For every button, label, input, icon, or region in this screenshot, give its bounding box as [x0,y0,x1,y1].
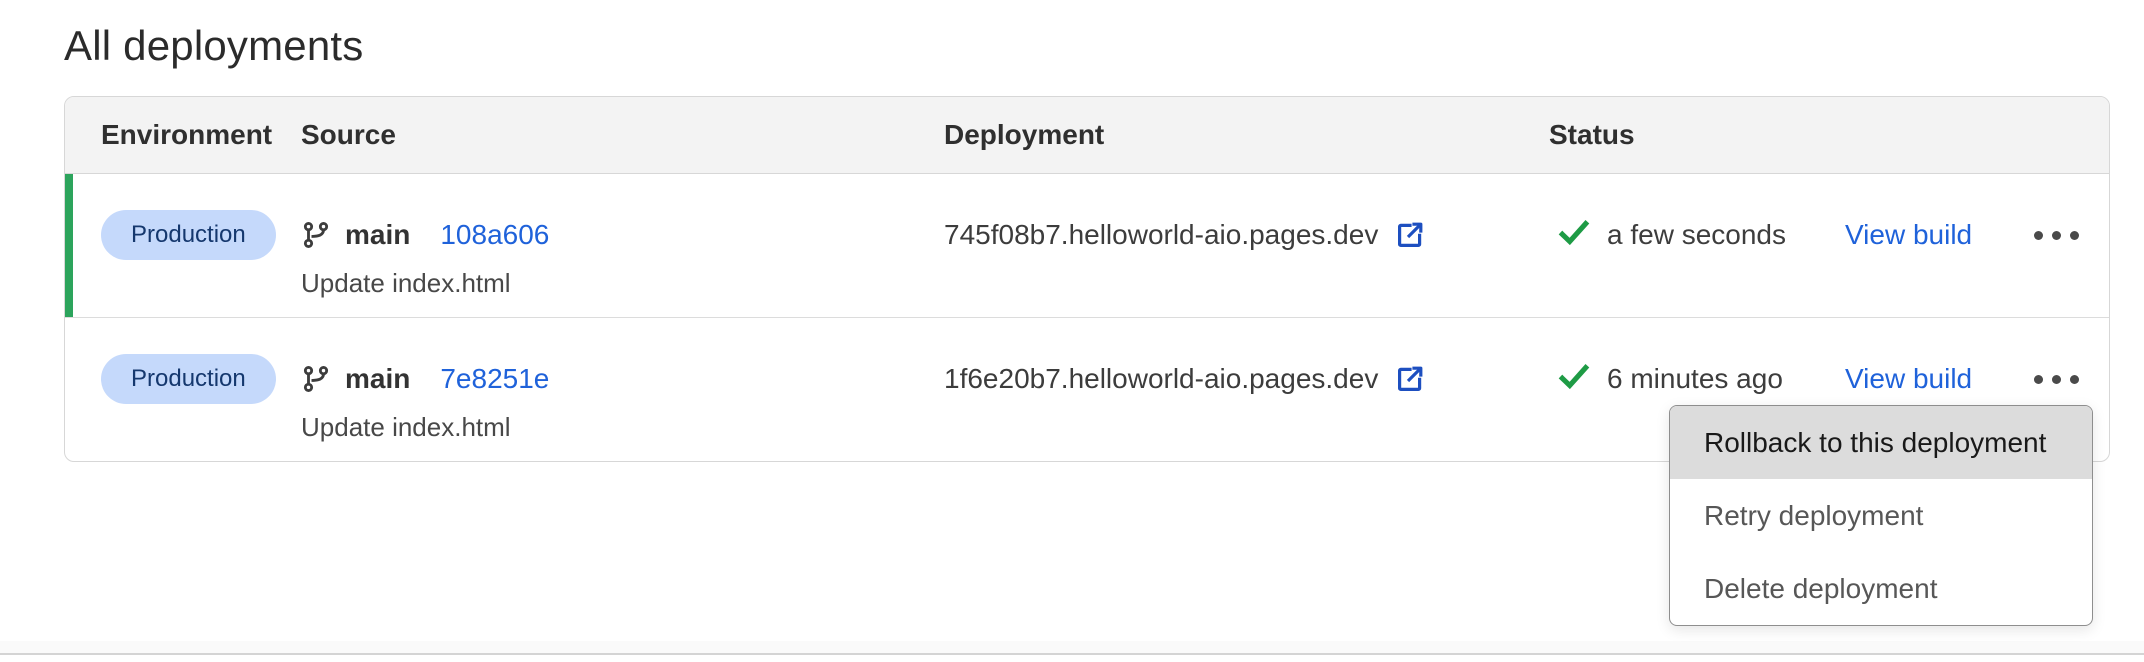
column-header-deployment: Deployment [944,119,1549,151]
current-deployment-indicator [65,174,73,317]
check-icon [1557,216,1591,255]
commit-link[interactable]: 108a606 [440,219,549,251]
git-branch-icon [301,364,331,394]
branch-name: main [345,219,410,251]
commit-message: Update index.html [301,412,944,442]
column-header-environment: Environment [101,119,301,151]
status-time: a few seconds [1607,219,1786,251]
git-branch-icon [301,220,331,250]
status-cell: a few seconds View build [1549,210,2109,260]
menu-item-delete[interactable]: Delete deployment [1670,552,2092,625]
page-title: All deployments [64,20,363,72]
deployment-cell: 745f08b7.helloworld-aio.pages.dev [944,210,1549,260]
commit-link[interactable]: 7e8251e [440,363,549,395]
commit-message: Update index.html [301,268,944,298]
environment-cell: Production [101,354,301,404]
external-link-icon[interactable] [1394,219,1426,251]
environment-badge: Production [101,354,276,404]
environment-badge: Production [101,210,276,260]
column-header-source: Source [301,119,944,151]
source-cell: main 7e8251e Update index.html [301,354,944,442]
more-actions-button[interactable] [2032,210,2081,260]
more-actions-button[interactable] [2032,354,2081,404]
status-cell: 6 minutes ago View build [1549,354,2109,404]
table-header-row: Environment Source Deployment Status [65,97,2109,174]
deployment-url: 1f6e20b7.helloworld-aio.pages.dev [944,363,1378,395]
menu-item-rollback[interactable]: Rollback to this deployment [1670,406,2092,479]
menu-item-retry[interactable]: Retry deployment [1670,479,2092,552]
branch-name: main [345,363,410,395]
table-row: Production main 108a606 Update index.htm… [65,174,2109,318]
deployment-actions-menu: Rollback to this deployment Retry deploy… [1669,405,2093,626]
source-cell: main 108a606 Update index.html [301,210,944,298]
view-build-link[interactable]: View build [1845,210,1972,260]
check-icon [1557,360,1591,399]
environment-cell: Production [101,210,301,260]
page-bottom-divider [0,641,2144,655]
status-time: 6 minutes ago [1607,363,1783,395]
deployment-cell: 1f6e20b7.helloworld-aio.pages.dev [944,354,1549,404]
column-header-status: Status [1549,119,2109,151]
external-link-icon[interactable] [1394,363,1426,395]
view-build-link[interactable]: View build [1845,354,1972,404]
deployment-url: 745f08b7.helloworld-aio.pages.dev [944,219,1378,251]
